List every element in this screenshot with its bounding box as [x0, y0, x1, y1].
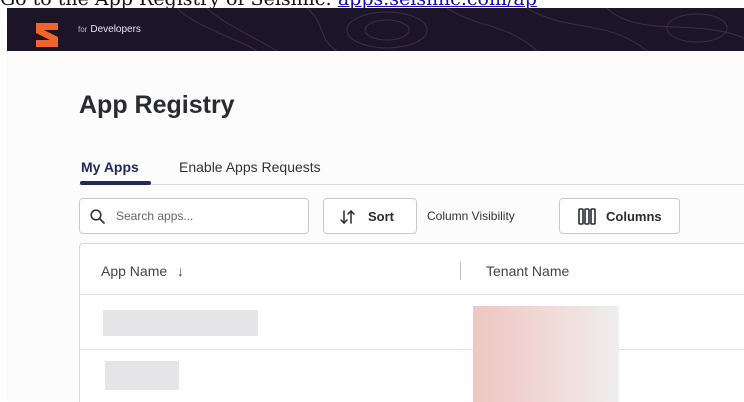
seismic-logo[interactable]	[33, 21, 61, 49]
sort-arrows-icon	[340, 209, 355, 225]
main-content: App Registry My Apps Enable Apps Request…	[7, 51, 744, 402]
brand-prefix: for	[78, 25, 88, 34]
sort-button[interactable]: Sort	[323, 198, 417, 234]
app-header: for Developers	[7, 8, 744, 51]
page-title: App Registry	[79, 91, 235, 119]
search-icon	[90, 209, 105, 224]
app-name-cell-redacted	[105, 361, 179, 390]
tab-my-apps[interactable]: My Apps	[81, 159, 139, 175]
tenant-name-cell-redacted	[473, 306, 619, 402]
columns-icon	[578, 208, 596, 225]
caption-text: Go to the App Registry of Seismic: apps.…	[0, 0, 744, 8]
sort-descending-icon: ↓	[177, 263, 185, 279]
column-header-app-name-label: App Name	[101, 263, 168, 279]
columns-button[interactable]: Columns	[559, 198, 680, 234]
column-header-tenant-name[interactable]: Tenant Name	[486, 263, 569, 279]
caption-label: Go to the App Registry of Seismic:	[0, 0, 338, 8]
apps-table: App Name ↓ Tenant Name	[79, 243, 744, 402]
tab-bar: My Apps Enable Apps Requests	[79, 155, 744, 189]
tab-divider	[79, 184, 744, 185]
search-input[interactable]	[116, 207, 296, 225]
brand-name: Developers	[90, 24, 141, 35]
columns-label: Columns	[606, 209, 662, 224]
header-row-divider	[80, 294, 744, 295]
tab-enable-apps-requests[interactable]: Enable Apps Requests	[179, 159, 321, 175]
app-name-cell-redacted	[103, 310, 258, 336]
search-box[interactable]	[79, 198, 309, 234]
row-divider	[80, 349, 744, 350]
caption-link[interactable]: apps.seismic.com/ap	[338, 0, 537, 8]
active-tab-indicator	[80, 181, 151, 185]
sort-label: Sort	[368, 209, 394, 224]
column-resize-handle[interactable]	[460, 262, 461, 280]
brand-label: for Developers	[78, 24, 141, 35]
column-header-app-name[interactable]: App Name ↓	[101, 263, 184, 279]
column-visibility-label: Column Visibility	[427, 209, 515, 223]
